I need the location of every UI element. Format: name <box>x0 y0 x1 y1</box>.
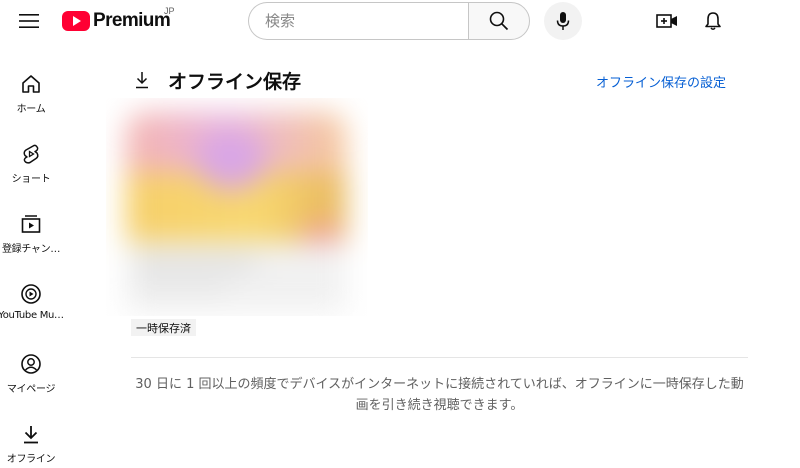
divider <box>131 357 748 358</box>
search-icon <box>489 11 509 31</box>
sidebar-item-home[interactable]: ホーム <box>0 64 62 124</box>
sidebar-item-label: YouTube Mu… <box>0 310 64 321</box>
search-input[interactable] <box>248 2 468 40</box>
download-icon <box>133 70 153 90</box>
account-icon <box>19 352 43 376</box>
search-button[interactable] <box>468 2 530 40</box>
page-title: オフライン保存 <box>168 71 302 93</box>
blurred-thumbnail-image <box>126 112 346 312</box>
video-add-icon <box>656 14 677 28</box>
sidebar-item-offline[interactable]: オフライン <box>0 414 62 468</box>
sidebar-item-subscriptions[interactable]: 登録チャン… <box>0 204 62 264</box>
sidebar-item-label: ホーム <box>16 104 46 115</box>
sidebar-item-label: ショート <box>11 174 51 185</box>
sidebar-item-label: マイページ <box>6 384 56 395</box>
bell-icon <box>705 12 721 30</box>
shorts-icon <box>19 142 43 166</box>
home-icon <box>19 72 43 96</box>
logo-region: JP <box>164 6 175 16</box>
offline-info-text: 30 日に 1 回以上の頻度でデバイスがインターネットに接続されていれば、オフラ… <box>135 377 744 413</box>
download-icon <box>19 422 43 446</box>
subscriptions-icon <box>19 212 43 236</box>
offline-settings-link[interactable]: オフライン保存の設定 <box>596 72 726 91</box>
logo-text: Premium <box>93 10 171 31</box>
hamburger-menu-icon <box>19 14 39 28</box>
youtube-premium-logo[interactable]: Premium <box>62 9 171 33</box>
voice-search-button[interactable] <box>544 2 582 40</box>
sidebar-item-shorts[interactable]: ショート <box>0 134 62 194</box>
top-header: Premium JP <box>0 0 800 42</box>
search-box <box>248 2 530 40</box>
create-button[interactable] <box>652 6 682 36</box>
microphone-icon <box>556 12 570 30</box>
youtube-music-icon <box>19 282 43 306</box>
menu-button[interactable] <box>14 8 44 34</box>
sidebar-item-label: 登録チャン… <box>1 244 61 255</box>
notifications-button[interactable] <box>698 6 728 36</box>
sidebar-item-youtube-music[interactable]: YouTube Mu… <box>0 274 64 334</box>
sidebar-item-my-page[interactable]: マイページ <box>0 344 62 404</box>
youtube-play-icon <box>62 11 90 31</box>
sidebar-item-label: オフライン <box>6 454 56 465</box>
saved-status-badge: 一時保存済 <box>131 319 196 336</box>
video-thumbnail[interactable] <box>106 98 368 316</box>
